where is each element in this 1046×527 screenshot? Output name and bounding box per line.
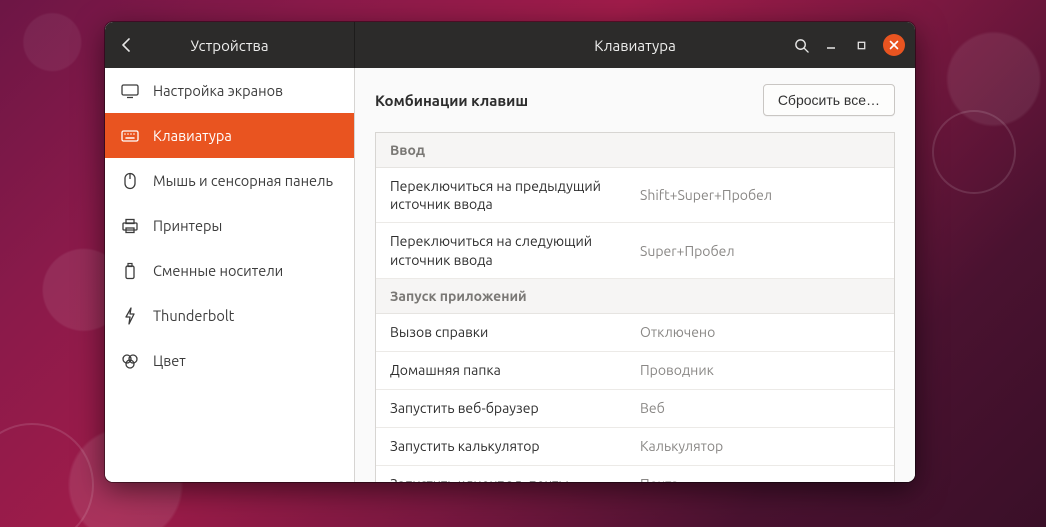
printer-icon bbox=[121, 217, 139, 235]
sidebar-item-6[interactable]: Цвет bbox=[105, 338, 354, 383]
sidebar-item-label: Цвет bbox=[153, 352, 186, 369]
back-button[interactable] bbox=[111, 30, 141, 60]
sidebar-item-2[interactable]: Мышь и сенсорная панель bbox=[105, 158, 354, 203]
thunderbolt-icon bbox=[121, 307, 139, 325]
chevron-left-icon bbox=[121, 38, 131, 52]
shortcut-row[interactable]: Домашняя папкаПроводник bbox=[376, 352, 894, 390]
shortcut-accelerator: Отключено bbox=[640, 324, 715, 340]
shortcut-accelerator: Super+Пробел bbox=[640, 243, 735, 259]
sidebar-item-label: Thunderbolt bbox=[153, 307, 234, 324]
sidebar-item-5[interactable]: Thunderbolt bbox=[105, 293, 354, 338]
displays-icon bbox=[121, 82, 139, 100]
shortcut-row[interactable]: Запустить клиент эл. почтыПочта bbox=[376, 466, 894, 482]
shortcut-name: Запустить калькулятор bbox=[390, 437, 640, 455]
settings-window: Устройства Настройка экранов Клавиатура Мы… bbox=[105, 22, 915, 482]
left-title: Устройства bbox=[190, 37, 268, 54]
sidebar-item-label: Принтеры bbox=[153, 217, 222, 234]
shortcut-name: Запустить веб-браузер bbox=[390, 399, 640, 417]
left-column: Устройства Настройка экранов Клавиатура Мы… bbox=[105, 22, 355, 482]
shortcut-accelerator: Почта bbox=[640, 476, 679, 482]
group-header: Ввод bbox=[376, 133, 894, 168]
shortcut-row[interactable]: Переключиться на следующий источник ввод… bbox=[376, 223, 894, 278]
sidebar-item-4[interactable]: Сменные носители bbox=[105, 248, 354, 293]
shortcut-row[interactable]: Запустить веб-браузерВеб bbox=[376, 390, 894, 428]
sidebar-item-0[interactable]: Настройка экранов bbox=[105, 68, 354, 113]
keyboard-icon bbox=[121, 127, 139, 145]
sidebar-item-label: Сменные носители bbox=[153, 262, 283, 279]
close-icon bbox=[889, 40, 899, 50]
sidebar-item-label: Мышь и сенсорная панель bbox=[153, 172, 333, 189]
sidebar: Настройка экранов Клавиатура Мышь и сенсор… bbox=[105, 68, 355, 482]
headerbar-left: Устройства bbox=[105, 22, 355, 68]
shortcut-name: Переключиться на следующий источник ввод… bbox=[390, 232, 640, 268]
reset-all-button[interactable]: Сбросить все… bbox=[763, 84, 895, 116]
shortcut-accelerator: Shift+Super+Пробел bbox=[640, 187, 772, 203]
sidebar-item-3[interactable]: Принтеры bbox=[105, 203, 354, 248]
group-header: Запуск приложений bbox=[376, 279, 894, 314]
close-button[interactable] bbox=[883, 34, 905, 56]
main-panel: Комбинации клавиш Сбросить все… Ввод Пере… bbox=[355, 68, 915, 482]
maximize-icon bbox=[856, 40, 867, 51]
color-icon bbox=[121, 352, 139, 370]
sidebar-item-label: Настройка экранов bbox=[153, 82, 283, 99]
right-column: Клавиатура Комбинации клавиш Сбросит bbox=[355, 22, 915, 482]
shortcut-row[interactable]: Запустить калькуляторКалькулятор bbox=[376, 428, 894, 466]
section-heading: Комбинации клавиш bbox=[375, 92, 528, 109]
shortcut-list: Ввод Переключиться на предыдущий источник… bbox=[375, 132, 895, 482]
minimize-button[interactable] bbox=[817, 31, 845, 59]
sidebar-item-label: Клавиатура bbox=[153, 127, 232, 144]
shortcut-row[interactable]: Переключиться на предыдущий источник вво… bbox=[376, 168, 894, 223]
shortcut-accelerator: Калькулятор bbox=[640, 438, 723, 454]
shortcut-accelerator: Веб bbox=[640, 400, 665, 416]
shortcut-row[interactable]: Вызов справкиОтключено bbox=[376, 314, 894, 352]
shortcut-accelerator: Проводник bbox=[640, 362, 714, 378]
headerbar-right: Клавиатура bbox=[355, 22, 915, 68]
shortcut-name: Переключиться на предыдущий источник вво… bbox=[390, 177, 640, 213]
shortcut-name: Домашняя папка bbox=[390, 361, 640, 379]
search-icon bbox=[794, 38, 809, 53]
search-button[interactable] bbox=[787, 31, 815, 59]
shortcut-name: Вызов справки bbox=[390, 323, 640, 341]
sidebar-item-1[interactable]: Клавиатура bbox=[105, 113, 354, 158]
minimize-icon bbox=[825, 39, 837, 51]
mouse-icon bbox=[121, 172, 139, 190]
shortcut-name: Запустить клиент эл. почты bbox=[390, 475, 640, 482]
removable-icon bbox=[121, 262, 139, 280]
maximize-button[interactable] bbox=[847, 31, 875, 59]
window-controls bbox=[787, 31, 911, 59]
main-top: Комбинации клавиш Сбросить все… bbox=[355, 68, 915, 132]
right-title: Клавиатура bbox=[594, 37, 676, 54]
